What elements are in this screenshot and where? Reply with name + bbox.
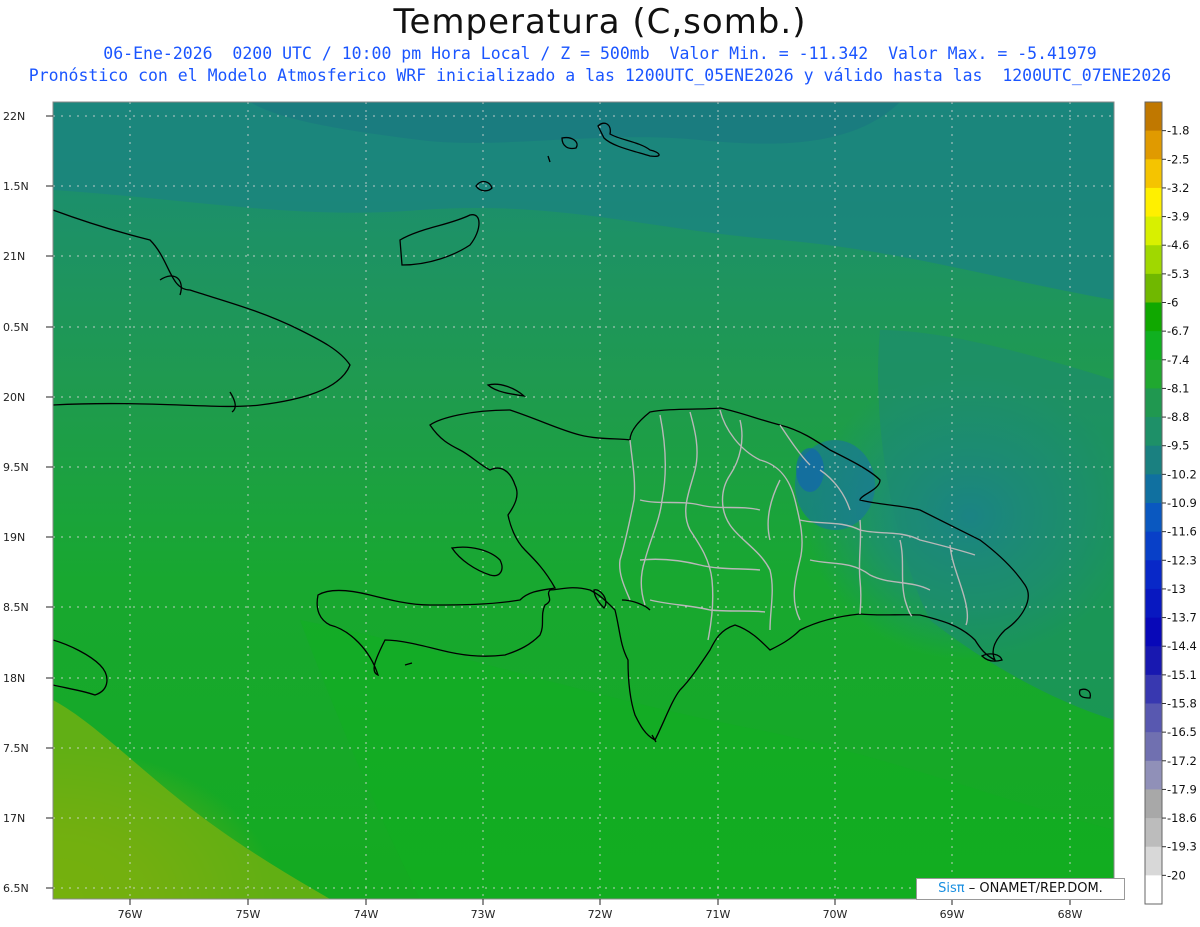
colorbar-swatch xyxy=(1145,302,1162,332)
colorbar-label: -7.4 xyxy=(1167,353,1189,367)
lat-label: 9.5N xyxy=(3,461,29,474)
colorbar-swatch xyxy=(1145,503,1162,533)
colorbar-label: -19.3 xyxy=(1167,840,1197,854)
colorbar-swatch xyxy=(1145,674,1162,704)
colorbar-label: -10.2 xyxy=(1167,467,1197,481)
sispi-logo: Sisπ xyxy=(938,881,965,896)
lat-label: 7.5N xyxy=(3,742,29,755)
colorbar-label: -17.9 xyxy=(1167,782,1197,796)
lat-label: 22N xyxy=(3,110,25,123)
lon-label: 75W xyxy=(236,908,261,921)
temperature-map: 22N 1.5N 21N 0.5N 20N 9.5N 19N 8.5N 18N … xyxy=(3,101,1197,921)
colorbar-swatch xyxy=(1145,732,1162,762)
lat-label: 21N xyxy=(3,250,25,263)
lon-label: 76W xyxy=(118,908,143,921)
colorbar-swatch xyxy=(1145,818,1162,848)
colorbar-label: -16.5 xyxy=(1167,725,1197,739)
lon-label: 73W xyxy=(471,908,496,921)
colorbar-swatch xyxy=(1145,703,1162,733)
colorbar-label: -6.7 xyxy=(1167,324,1189,338)
colorbar-label: -6 xyxy=(1167,296,1178,310)
colorbar-swatch xyxy=(1145,216,1162,246)
colorbar-label: -18.6 xyxy=(1167,811,1197,825)
colorbar-label: -2.5 xyxy=(1167,152,1189,166)
lat-label: 6.5N xyxy=(3,882,29,895)
colorbar-swatch xyxy=(1145,617,1162,647)
colorbar-swatch xyxy=(1145,875,1162,905)
colorbar-swatch xyxy=(1145,474,1162,504)
colorbar-label: -3.2 xyxy=(1167,181,1189,195)
colorbar-swatch xyxy=(1145,102,1162,132)
lon-label: 70W xyxy=(823,908,848,921)
colorbar-label: -1.8 xyxy=(1167,124,1189,138)
lat-label: 17N xyxy=(3,812,25,825)
colorbar-swatch xyxy=(1145,388,1162,418)
colorbar-swatch xyxy=(1145,331,1162,361)
lat-ticks xyxy=(46,115,53,889)
colorbar-swatch xyxy=(1145,130,1162,160)
colorbar-swatch xyxy=(1145,846,1162,876)
colorbar-label: -13.7 xyxy=(1167,611,1197,625)
lon-label: 72W xyxy=(588,908,613,921)
lon-label: 71W xyxy=(706,908,731,921)
lat-label: 0.5N xyxy=(3,321,29,334)
colorbar-swatch xyxy=(1145,187,1162,217)
colorbar-swatch xyxy=(1145,359,1162,389)
colorbar-label: -15.8 xyxy=(1167,697,1197,711)
colorbar-swatch xyxy=(1145,760,1162,790)
colorbar-label: -14.4 xyxy=(1167,639,1197,653)
lon-label: 74W xyxy=(354,908,379,921)
colorbar: -1.8 -2.5 -3.2 -3.9 -4.6 -5.3 -6 -6.7 -7.4 -8.1 -8… xyxy=(1144,101,1197,905)
colorbar-label: -11.6 xyxy=(1167,525,1197,539)
colorbar-label: -17.2 xyxy=(1167,754,1197,768)
colorbar-swatch xyxy=(1145,273,1162,303)
lon-labels: 76W 75W 74W 73W 72W 71W 70W 69W 68W xyxy=(118,908,1083,921)
colorbar-label: -4.6 xyxy=(1167,238,1189,252)
colorbar-label: -8.8 xyxy=(1167,410,1189,424)
colorbar-label: -10.9 xyxy=(1167,496,1197,510)
lat-label: 18N xyxy=(3,672,25,685)
lon-label: 69W xyxy=(940,908,965,921)
lon-label: 68W xyxy=(1058,908,1083,921)
colorbar-label: -3.9 xyxy=(1167,210,1189,224)
colorbar-swatch xyxy=(1145,588,1162,618)
colorbar-label: -5.3 xyxy=(1167,267,1189,281)
credit-box: Sisπ – ONAMET/REP.DOM. xyxy=(916,878,1125,900)
colorbar-swatch xyxy=(1145,159,1162,189)
lat-labels: 22N 1.5N 21N 0.5N 20N 9.5N 19N 8.5N 18N … xyxy=(3,110,29,895)
colorbar-swatch xyxy=(1145,245,1162,275)
colorbar-label: -12.3 xyxy=(1167,553,1197,567)
lat-label: 20N xyxy=(3,391,25,404)
colorbar-swatch xyxy=(1145,560,1162,590)
credit-org: – ONAMET/REP.DOM. xyxy=(968,881,1103,896)
lat-label: 1.5N xyxy=(3,180,29,193)
colorbar-swatch xyxy=(1145,417,1162,447)
colorbar-swatch xyxy=(1145,789,1162,819)
colorbar-label: -8.1 xyxy=(1167,381,1189,395)
colorbar-swatch xyxy=(1145,531,1162,561)
colorbar-swatch xyxy=(1145,646,1162,676)
temperature-field xyxy=(53,102,1114,899)
lat-label: 8.5N xyxy=(3,601,29,614)
colorbar-label: -13 xyxy=(1167,582,1186,596)
colorbar-swatch xyxy=(1145,445,1162,475)
colorbar-label: -20 xyxy=(1167,868,1186,882)
colorbar-label: -15.1 xyxy=(1167,668,1197,682)
colorbar-label: -9.5 xyxy=(1167,439,1189,453)
lat-label: 19N xyxy=(3,531,25,544)
